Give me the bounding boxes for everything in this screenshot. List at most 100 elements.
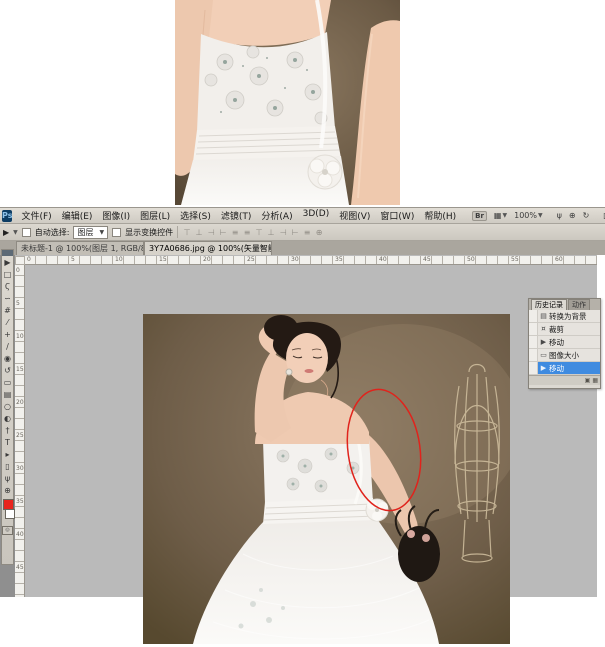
history-panel-tab-0[interactable]: 历史记录	[531, 299, 567, 310]
menu-item-7[interactable]: 3D(D)	[298, 208, 335, 223]
new-snapshot-icon[interactable]: ▣	[585, 377, 591, 385]
history-state-2[interactable]: ▶移动	[529, 336, 600, 349]
tool-list: ▶□Ϛ∽#⁄+∕◉↺▭▤○◐†T▸▯ψ⊕	[2, 256, 13, 496]
v-ruler-label: 30	[16, 465, 24, 472]
quick-mask-button[interactable]: ◎	[2, 526, 13, 535]
align-icon-7[interactable]: ⊥	[266, 228, 276, 237]
history-source-checkbox[interactable]	[529, 349, 538, 361]
hand-tool[interactable]: ψ	[2, 472, 13, 484]
menu-item-3[interactable]: 图层(L)	[135, 208, 175, 223]
rotate-view-icon[interactable]: ↻	[580, 211, 593, 220]
menu-item-8[interactable]: 视图(V)	[334, 208, 375, 223]
photoshop-logo-icon[interactable]: Ps	[2, 210, 12, 222]
menu-item-4[interactable]: 选择(S)	[175, 208, 216, 223]
align-icon-1[interactable]: ⊥	[194, 228, 204, 237]
h-ruler-label: 5	[71, 256, 75, 263]
path-selection-tool[interactable]: ▸	[2, 448, 13, 460]
align-icon-2[interactable]: ⊣	[206, 228, 216, 237]
document-tab-untitled[interactable]: 未标题-1 @ 100%(图层 1, RGB/8)*×	[16, 241, 144, 255]
history-state-1[interactable]: ¤裁剪	[529, 323, 600, 336]
align-icon-0[interactable]: ⊤	[182, 228, 192, 237]
vertical-ruler[interactable]: 051015202530354045	[15, 265, 25, 597]
menu-item-5[interactable]: 滤镜(T)	[216, 208, 257, 223]
menu-item-6[interactable]: 分析(A)	[256, 208, 297, 223]
history-state-3[interactable]: ▭图像大小	[529, 349, 600, 362]
move-tool[interactable]: ▶	[2, 256, 13, 268]
v-ruler-label: 15	[16, 366, 24, 373]
align-icon-10[interactable]: ≡	[302, 228, 312, 237]
document-tab-3y7a0686[interactable]: 3Y7A0686.jpg @ 100%(矢量智能对象, RGB/8)*×	[144, 241, 272, 255]
gradient-tool[interactable]: ▤	[2, 388, 13, 400]
menu-item-9[interactable]: 窗口(W)	[375, 208, 419, 223]
blur-tool[interactable]: ○	[2, 400, 13, 412]
align-icon-8[interactable]: ⊣	[278, 228, 288, 237]
ruler-corner[interactable]	[15, 256, 25, 265]
healing-brush-tool[interactable]: +	[2, 328, 13, 340]
document-tab-bar: 未标题-1 @ 100%(图层 1, RGB/8)*× 3Y7A0686.jpg…	[0, 241, 605, 255]
h-ruler-label: 45	[423, 256, 431, 263]
horizontal-ruler[interactable]: 051015202530354045505560	[25, 256, 597, 265]
crop-state-icon: ¤	[538, 325, 549, 333]
workspace: ▶□Ϛ∽#⁄+∕◉↺▭▤○◐†T▸▯ψ⊕ ◎ 05101520253035404…	[0, 255, 605, 597]
history-state-4[interactable]: ▶移动	[529, 362, 600, 375]
align-icon-11[interactable]: ⊕	[314, 228, 324, 237]
clone-stamp-tool[interactable]: ◉	[2, 352, 13, 364]
crop-tool[interactable]: #	[2, 304, 13, 316]
eyedropper-tool[interactable]: ⁄	[2, 316, 13, 328]
h-ruler-label: 25	[247, 256, 255, 263]
shape-tool[interactable]: ▯	[2, 460, 13, 472]
move-tool-icon: ▶	[3, 228, 9, 237]
show-transform-checkbox[interactable]	[112, 228, 121, 237]
image-size-state-icon: ▭	[538, 351, 549, 359]
align-icon-5[interactable]: ≡	[242, 228, 252, 237]
v-ruler-label: 10	[16, 333, 24, 340]
bridge-button[interactable]: Br	[469, 211, 490, 221]
v-ruler-label: 5	[16, 300, 20, 307]
auto-select-checkbox[interactable]	[22, 228, 31, 237]
v-ruler-label: 20	[16, 399, 24, 406]
view-extras-button[interactable]: ▥▼	[600, 211, 605, 220]
align-icon-3[interactable]: ⊢	[218, 228, 228, 237]
arrange-documents-button[interactable]: ▦▼	[491, 211, 510, 220]
eraser-tool[interactable]: ▭	[2, 376, 13, 388]
v-ruler-label: 0	[16, 267, 20, 274]
zoom-tool-icon[interactable]: ⊕	[566, 211, 579, 220]
h-ruler-label: 60	[555, 256, 563, 263]
delete-state-icon[interactable]: ▦	[592, 377, 598, 385]
quick-selection-tool[interactable]: ∽	[2, 292, 13, 304]
history-brush-tool[interactable]: ↺	[2, 364, 13, 376]
menu-item-10[interactable]: 帮助(H)	[419, 208, 461, 223]
lasso-tool[interactable]: Ϛ	[2, 280, 13, 292]
zoom-tool[interactable]: ⊕	[2, 484, 13, 496]
brush-tool[interactable]: ∕	[2, 340, 13, 352]
tools-panel: ▶□Ϛ∽#⁄+∕◉↺▭▤○◐†T▸▯ψ⊕ ◎	[1, 249, 14, 565]
history-source-checkbox[interactable]	[529, 362, 538, 374]
align-icon-4[interactable]: ≡	[230, 228, 240, 237]
history-source-checkbox[interactable]	[529, 336, 538, 348]
menu-item-0[interactable]: 文件(F)	[16, 208, 56, 223]
align-icon-9[interactable]: ⊢	[290, 228, 300, 237]
history-source-checkbox[interactable]	[529, 310, 538, 322]
h-ruler-label: 0	[27, 256, 31, 263]
h-ruler-label: 15	[159, 256, 167, 263]
background-color-swatch[interactable]	[5, 509, 15, 519]
history-state-0[interactable]: ▤转换为背景	[529, 310, 600, 323]
tool-preset-caret[interactable]: ▼	[13, 229, 18, 236]
marquee-tool[interactable]: □	[2, 268, 13, 280]
menu-item-2[interactable]: 图像(I)	[97, 208, 135, 223]
dodge-tool[interactable]: ◐	[2, 412, 13, 424]
bride-photo-graphic	[143, 314, 510, 644]
history-source-checkbox[interactable]	[529, 323, 538, 335]
hand-tool-icon[interactable]: ψ	[554, 211, 565, 220]
zoom-level-dropdown[interactable]: 100%▼	[511, 211, 546, 220]
menu-item-1[interactable]: 编辑(E)	[57, 208, 98, 223]
earring	[286, 369, 292, 375]
pen-tool[interactable]: †	[2, 424, 13, 436]
auto-select-dropdown[interactable]: 图层▼	[73, 226, 108, 239]
type-tool[interactable]: T	[2, 436, 13, 448]
h-ruler-label: 30	[291, 256, 299, 263]
history-panel-tab-1[interactable]: 动作	[568, 299, 590, 310]
v-ruler-label: 45	[16, 564, 24, 571]
align-icon-6[interactable]: ⊤	[254, 228, 264, 237]
canvas-image-bride-photo[interactable]	[143, 314, 510, 644]
